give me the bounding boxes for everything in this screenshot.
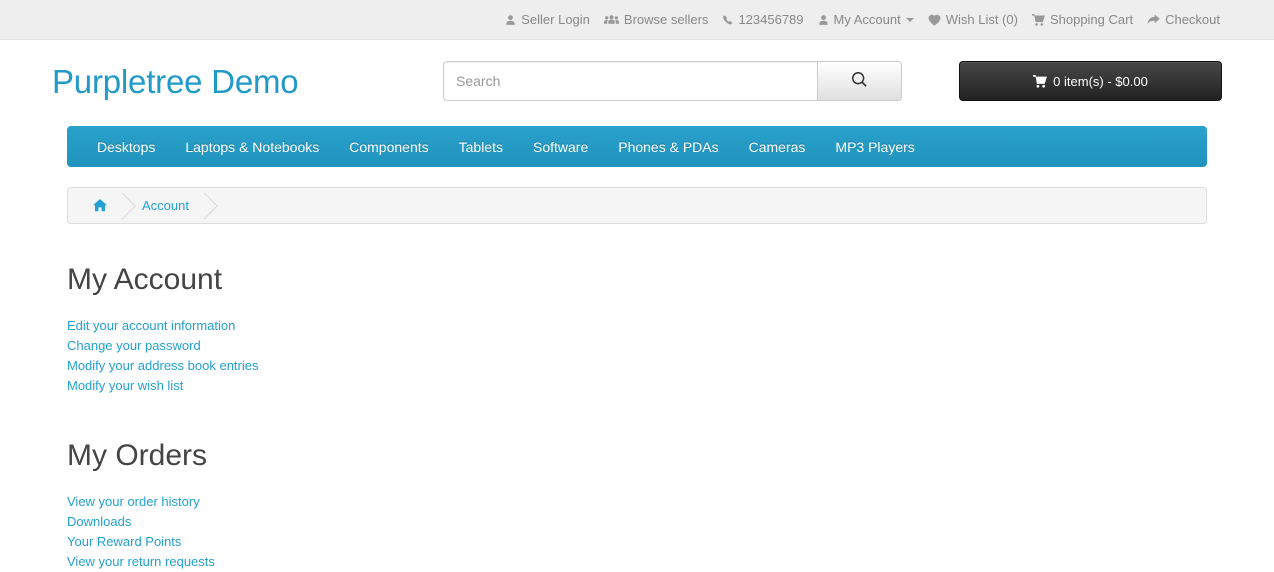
list-item: Edit your account information (67, 316, 1207, 336)
user-icon (505, 14, 516, 26)
top-utility-links: Seller Login Browse sellers 123456789 My… (498, 10, 1227, 30)
nav-item-cameras[interactable]: Cameras (734, 126, 821, 167)
cart-icon (1032, 13, 1045, 26)
nav-item-software[interactable]: Software (518, 126, 603, 167)
cart-button-label: 0 item(s) - $0.00 (1053, 73, 1148, 89)
topbar-label: Browse sellers (623, 11, 709, 27)
list-item: Modify your wish list (67, 376, 1207, 396)
page-title-my-account: My Account (67, 263, 223, 296)
site-logo[interactable]: Purpletree Demo (52, 62, 299, 102)
link-order-history[interactable]: View your order history (67, 494, 200, 509)
chevron-down-icon (905, 17, 914, 22)
topbar-label: Wish List (0) (945, 11, 1018, 27)
list-item: View your order history (67, 492, 1207, 512)
topbar-item-shopping-cart[interactable]: Shopping Cart (1025, 10, 1140, 30)
heart-icon (928, 14, 941, 26)
topbar-label: My Account (833, 11, 901, 27)
page-title-my-orders: My Orders (67, 439, 208, 472)
orders-links-list: View your order history Downloads Your R… (67, 492, 1207, 572)
link-reward-points[interactable]: Your Reward Points (67, 534, 181, 549)
topbar-label: Checkout (1165, 11, 1220, 27)
breadcrumb-item-account[interactable]: Account (132, 188, 214, 223)
link-downloads[interactable]: Downloads (67, 514, 131, 529)
home-icon (93, 199, 107, 212)
nav-item-components[interactable]: Components (334, 126, 443, 167)
main-content: My Account Edit your account information… (67, 224, 1207, 572)
user-icon (818, 14, 829, 26)
search-bar (443, 61, 902, 101)
list-item: Your Reward Points (67, 532, 1207, 552)
link-return-requests[interactable]: View your return requests (67, 554, 215, 569)
topbar-item-wish-list[interactable]: Wish List (0) (921, 10, 1025, 30)
header-container: Purpletree Demo 0 item(s) - $0.00 (52, 40, 1222, 126)
top-utility-bar: Seller Login Browse sellers 123456789 My… (0, 0, 1274, 40)
search-icon (852, 71, 867, 90)
main-navigation: Desktops Laptops & Notebooks Components … (67, 126, 1207, 167)
topbar-item-browse-sellers[interactable]: Browse sellers (597, 10, 716, 30)
users-icon (603, 14, 619, 26)
search-button[interactable] (817, 61, 902, 101)
phone-icon (722, 14, 733, 26)
nav-item-desktops[interactable]: Desktops (82, 126, 170, 167)
topbar-item-my-account[interactable]: My Account (811, 10, 921, 30)
nav-item-mp3-players[interactable]: MP3 Players (820, 126, 929, 167)
site-header: Purpletree Demo 0 item(s) - $0.00 (52, 40, 1222, 126)
list-item: View your return requests (67, 552, 1207, 572)
topbar-label: Seller Login (521, 11, 590, 27)
nav-item-laptops-notebooks[interactable]: Laptops & Notebooks (170, 126, 334, 167)
topbar-label: 123456789 (738, 11, 804, 27)
breadcrumb: Account (67, 187, 1207, 224)
breadcrumb-item-home[interactable] (83, 188, 132, 223)
search-input[interactable] (443, 61, 818, 101)
list-item: Modify your address book entries (67, 356, 1207, 376)
nav-item-phones-pdas[interactable]: Phones & PDAs (603, 126, 733, 167)
cart-icon (1033, 74, 1048, 88)
account-links-list: Edit your account information Change you… (67, 316, 1207, 396)
list-item: Change your password (67, 336, 1207, 356)
link-edit-account-information[interactable]: Edit your account information (67, 318, 235, 333)
topbar-label: Shopping Cart (1049, 11, 1134, 27)
link-change-password[interactable]: Change your password (67, 338, 201, 353)
topbar-item-seller-login[interactable]: Seller Login (498, 10, 597, 30)
link-modify-address-book[interactable]: Modify your address book entries (67, 358, 258, 373)
share-arrow-icon (1147, 13, 1160, 26)
cart-button[interactable]: 0 item(s) - $0.00 (959, 61, 1222, 101)
topbar-item-phone[interactable]: 123456789 (715, 10, 810, 30)
list-item: Downloads (67, 512, 1207, 532)
nav-item-tablets[interactable]: Tablets (444, 126, 518, 167)
link-modify-wish-list[interactable]: Modify your wish list (67, 378, 183, 393)
topbar-item-checkout[interactable]: Checkout (1140, 10, 1227, 30)
